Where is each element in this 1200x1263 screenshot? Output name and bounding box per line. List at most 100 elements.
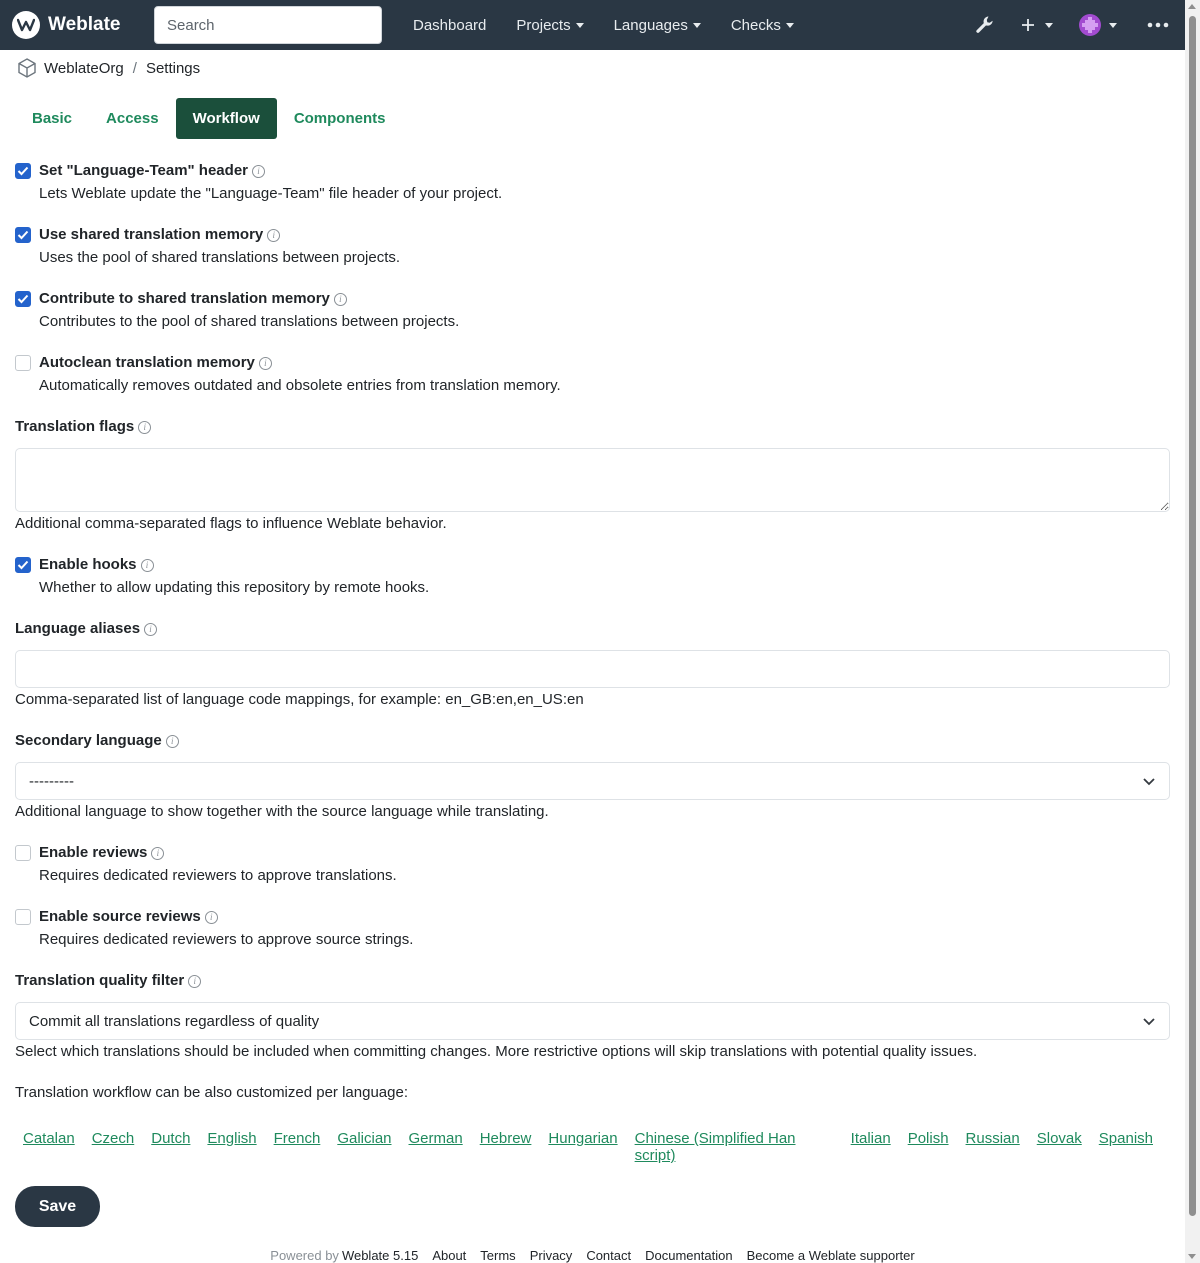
settings-tabs: Basic Access Workflow Components (15, 98, 402, 139)
tab-workflow[interactable]: Workflow (175, 98, 277, 139)
language-link[interactable]: German (409, 1130, 463, 1164)
setting-label: Enable reviews i (39, 842, 1170, 864)
select-value: --------- (29, 772, 74, 790)
caret-down-icon (1109, 22, 1117, 28)
footer-link-terms[interactable]: Terms (480, 1248, 515, 1263)
language-aliases-input[interactable] (15, 650, 1170, 688)
breadcrumb-page: Settings (145, 59, 201, 77)
info-icon[interactable]: i (333, 292, 347, 306)
footer-link-supporter[interactable]: Become a Weblate supporter (747, 1248, 915, 1263)
powered-by-text: Powered by (270, 1248, 339, 1263)
setting-help: Whether to allow updating this repositor… (39, 579, 430, 596)
info-icon[interactable]: i (140, 558, 154, 572)
info-icon[interactable]: i (138, 420, 152, 434)
language-link[interactable]: Dutch (151, 1130, 190, 1164)
enable-hooks-checkbox[interactable] (15, 557, 31, 573)
footer-link-contact[interactable]: Contact (586, 1248, 631, 1263)
tab-components[interactable]: Components (277, 98, 403, 139)
language-team-header-checkbox[interactable] (15, 163, 31, 179)
setting-label: Set "Language-Team" header i (39, 160, 1170, 182)
info-icon[interactable]: i (188, 974, 202, 988)
setting-label: Enable hooks i (39, 554, 1170, 576)
setting-label-text: Contribute to shared translation memory (39, 290, 330, 307)
language-link[interactable]: Slovak (1037, 1130, 1082, 1164)
setting-help: Automatically removes outdated and obsol… (39, 377, 561, 394)
quality-filter-select[interactable]: Commit all translations regardless of qu… (15, 1002, 1170, 1040)
project-cube-icon (18, 58, 36, 78)
language-link[interactable]: Russian (966, 1130, 1020, 1164)
translation-flags-field: Translation flags i Additional comma-sepa… (15, 416, 1170, 535)
language-link[interactable]: Czech (92, 1130, 135, 1164)
info-icon[interactable]: i (204, 910, 218, 924)
language-link[interactable]: English (207, 1130, 256, 1164)
page-scrollbar[interactable] (1185, 0, 1200, 1263)
field-label: Translation quality filter i (15, 970, 1170, 992)
scroll-down-arrow-icon[interactable] (1188, 1254, 1196, 1259)
nav-projects[interactable]: Projects (501, 17, 598, 34)
caret-down-icon (1045, 22, 1053, 28)
tab-basic[interactable]: Basic (15, 98, 89, 139)
language-link[interactable]: Galician (337, 1130, 391, 1164)
info-icon[interactable]: i (258, 356, 272, 370)
brand[interactable]: Weblate (12, 11, 142, 39)
nav-checks[interactable]: Checks (716, 17, 809, 34)
setting-label: Autoclean translation memory i (39, 352, 1170, 374)
setting-help: Uses the pool of shared translations bet… (39, 249, 401, 266)
info-icon[interactable]: i (252, 164, 265, 178)
field-label: Translation flags i (15, 416, 1170, 438)
shared-tm-setting: Use shared translation memory i Uses the … (15, 224, 1170, 288)
nav-projects-label: Projects (516, 16, 571, 34)
footer-link-privacy[interactable]: Privacy (530, 1248, 573, 1263)
nav-checks-label: Checks (730, 16, 781, 34)
nav-right (975, 0, 1185, 50)
info-icon[interactable]: i (144, 622, 158, 636)
wrench-icon[interactable] (975, 0, 995, 50)
language-link[interactable]: Catalan (23, 1130, 75, 1164)
language-link[interactable]: French (274, 1130, 321, 1164)
info-icon[interactable]: i (267, 228, 281, 242)
footer-link-about[interactable]: About (432, 1248, 466, 1263)
contribute-tm-checkbox[interactable] (15, 291, 31, 307)
field-help: Comma-separated list of language code ma… (15, 691, 584, 708)
setting-label-text: Enable reviews (39, 844, 148, 861)
add-menu-button[interactable] (1021, 0, 1053, 50)
scroll-thumb[interactable] (1189, 16, 1196, 1216)
weblate-logo-icon (12, 11, 40, 39)
translation-flags-textarea[interactable] (15, 448, 1170, 512)
search-input[interactable] (154, 6, 382, 44)
info-icon[interactable]: i (151, 846, 165, 860)
autoclean-tm-setting: Autoclean translation memory i Automatica… (15, 352, 1170, 416)
shared-tm-checkbox[interactable] (15, 227, 31, 243)
checkmark-icon (17, 560, 29, 570)
enable-source-reviews-checkbox[interactable] (15, 909, 31, 925)
avatar (1079, 14, 1101, 36)
info-icon[interactable]: i (165, 734, 179, 748)
caret-down-icon (785, 22, 794, 28)
tab-access[interactable]: Access (89, 98, 176, 139)
language-links: Catalan Czech Dutch English French Galic… (23, 1130, 1170, 1164)
footer-version-link[interactable]: Weblate 5.15 (342, 1248, 418, 1263)
language-link[interactable]: Chinese (Simplified Han script) (635, 1130, 834, 1164)
setting-label-text: Enable source reviews (39, 908, 201, 925)
save-button[interactable]: Save (15, 1186, 100, 1227)
nav-dashboard[interactable]: Dashboard (398, 17, 501, 34)
setting-help: Contributes to the pool of shared transl… (39, 313, 460, 330)
scroll-up-arrow-icon[interactable] (1188, 4, 1196, 9)
autoclean-tm-checkbox[interactable] (15, 355, 31, 371)
user-menu-button[interactable] (1079, 0, 1117, 50)
more-icon[interactable] (1147, 0, 1169, 50)
enable-reviews-checkbox[interactable] (15, 845, 31, 861)
nav-languages[interactable]: Languages (599, 17, 716, 34)
breadcrumb-project[interactable]: WeblateOrg (44, 60, 124, 77)
caret-down-icon (692, 22, 701, 28)
language-aliases-field: Language aliases i Comma-separated list o… (15, 618, 1170, 711)
footer-link-documentation[interactable]: Documentation (645, 1248, 732, 1263)
field-label-text: Language aliases (15, 620, 141, 637)
language-link[interactable]: Hebrew (480, 1130, 532, 1164)
language-link[interactable]: Polish (908, 1130, 949, 1164)
field-label-text: Secondary language (15, 732, 162, 749)
language-link[interactable]: Hungarian (548, 1130, 617, 1164)
language-link[interactable]: Spanish (1099, 1130, 1153, 1164)
secondary-language-select[interactable]: --------- (15, 762, 1170, 800)
language-link[interactable]: Italian (851, 1130, 891, 1164)
